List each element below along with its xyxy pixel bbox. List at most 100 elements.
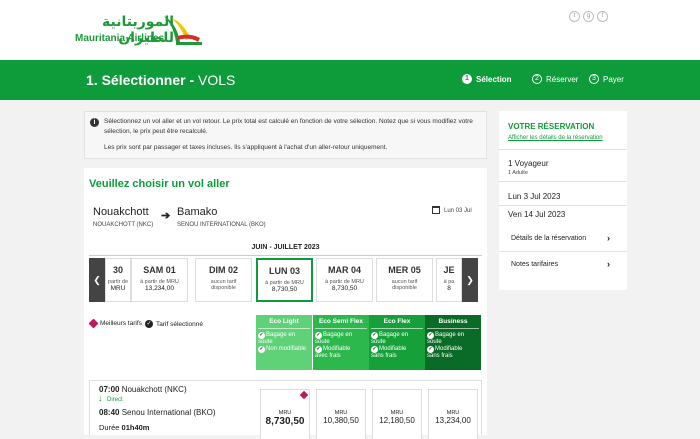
logo-text: Mauritania Airlines [75, 33, 165, 44]
fare-feature-text: Modifiable [323, 346, 351, 352]
fare-notes-item[interactable]: Notes tarifaires [511, 261, 558, 268]
fare-feature: ✓ Modifiable [425, 346, 481, 353]
divider [499, 149, 627, 150]
flight-row: 07:00 Nouakchott (NKC) ↓ Direct 08:40 Se… [89, 380, 482, 439]
date-option-price: MRU [110, 285, 126, 292]
fare-price-eco-flex[interactable]: MRU 12,180,50 [372, 389, 422, 439]
origin-city: Nouakchott [93, 206, 149, 218]
arrival-place: Senou International (BKO) [121, 408, 216, 417]
date-option-day: MAR 04 [327, 265, 361, 275]
fare-name: Eco Semi Flex [318, 318, 364, 325]
check-icon: ✓ [427, 332, 434, 339]
step-label: Réserver [546, 74, 579, 84]
step-label: Payer [603, 74, 624, 84]
flight-selection-panel: Veuillez choisir un vol aller Nouakchott… [84, 168, 487, 439]
fare-feature-text: avec frais [315, 353, 341, 359]
fare-feature-text: soute [427, 339, 442, 345]
price-amount: 10,380,50 [323, 416, 359, 425]
info-text-prices: Les prix sont par passager et taxes incl… [104, 144, 388, 151]
next-dates-button[interactable]: ❯ [462, 258, 478, 302]
check-icon: ✓ [315, 332, 322, 339]
check-icon: ✓ [258, 346, 265, 353]
price-amount: 8,730,50 [265, 416, 305, 427]
fare-feature-text: soute [258, 339, 273, 345]
fare-name: Eco Light [269, 318, 299, 325]
chevron-right-icon[interactable]: › [607, 233, 610, 243]
selected-date: Lun 03 Jul [444, 208, 472, 214]
arrival: 08:40 Senou International (BKO) [99, 408, 216, 417]
fare-feature: ✓ Modifiable [313, 346, 369, 353]
date-option-selected[interactable]: LUN 03 à partir de MRU 8,730,50 [256, 258, 313, 302]
fare-feature: ✓ Non modifiable [256, 346, 312, 353]
adults-count: 1 Adulte [508, 170, 528, 176]
arrow-right-icon: ➔ [161, 210, 171, 222]
fare-feature: ✓ Bagage en [425, 332, 481, 339]
step-reserve: 2 Réserver [532, 74, 578, 84]
fare-feature-text: sans frais [371, 353, 397, 359]
info-icon: i [90, 118, 99, 127]
google-plus-icon[interactable]: g [583, 11, 594, 22]
fare-name: Business [438, 318, 468, 325]
legend-best-fares: Meilleurs tarifs [88, 318, 142, 329]
departure-place: Nouakchott (NKC) [121, 385, 187, 394]
return-date: Ven 14 Jul 2023 [508, 210, 566, 219]
step-number: 3 [589, 74, 599, 84]
date-option-day: 30 [112, 265, 123, 275]
divider [258, 328, 310, 329]
divider [427, 328, 479, 329]
reservation-details-link[interactable]: Afficher les détails de la réservation [508, 135, 603, 141]
fare-feature-text: sans frais [427, 353, 453, 359]
twitter-icon[interactable]: t [569, 11, 580, 22]
check-icon: ✓ [371, 332, 378, 339]
date-option[interactable]: SAM 01 à partir de MRU 13,234,00 [131, 258, 188, 302]
facebook-icon[interactable]: f [597, 11, 608, 22]
check-icon: ✓ [371, 346, 378, 353]
arrival-time: 08:40 [99, 408, 120, 417]
date-option-price: 8,730,50 [271, 286, 298, 293]
date-option-price: disponible [211, 285, 236, 291]
duration: Durée 01h40m [99, 423, 149, 432]
fare-feature: ✓ Bagage en [369, 332, 425, 339]
info-box: i Sélectionnez un vol aller et un vol re… [84, 111, 487, 159]
date-option[interactable]: 30 partir de MRU [105, 258, 131, 302]
fare-family-eco-flex[interactable]: Eco Flex ✓ Bagage en soute ✓ Modifiable sa… [369, 315, 425, 370]
date-option[interactable]: MER 05 aucun tarif disponible [376, 258, 433, 302]
fare-feature-text: Modifiable [435, 346, 463, 352]
top-bar: الموريتانية للطيران Mauritania Airlines … [0, 0, 700, 60]
step-number: 1 [462, 74, 472, 84]
chevron-right-icon[interactable]: › [607, 259, 610, 269]
calendar-icon [432, 206, 440, 214]
prev-dates-button[interactable]: ❮ [89, 258, 105, 302]
fare-price-business[interactable]: MRU 13,234,00 [428, 389, 478, 439]
destination-airport: SENOU INTERNATIONAL (BKO) [177, 222, 266, 228]
fare-feature: ✓ Bagage en [256, 332, 312, 339]
page-header: 1. Sélectionner - VOLS 1 Sélection 2 Rés… [0, 60, 700, 100]
fare-price-eco-semi-flex[interactable]: MRU 10,380,50 [316, 389, 366, 439]
divider [89, 255, 482, 256]
date-option-day: SAM 01 [143, 265, 176, 275]
date-option[interactable]: DIM 02 aucun tarif disponible [195, 258, 252, 302]
fare-family-business[interactable]: Business ✓ Bagage en soute ✓ Modifiable sa… [425, 315, 481, 370]
month-label: JUIN - JUILLET 2023 [251, 244, 320, 251]
reservation-details-item[interactable]: Détails de la réservation [511, 235, 586, 242]
destination-city: Bamako [177, 206, 218, 218]
check-icon: ✓ [258, 332, 265, 339]
tag-icon [299, 390, 309, 400]
fare-feature-text: Bagage en [435, 332, 465, 338]
fare-family-eco-semi-flex[interactable]: Eco Semi Flex ✓ Bagage en soute ✓ Modifiab… [313, 315, 369, 370]
fare-feature: ✓ Modifiable [369, 346, 425, 353]
fare-feature-text: Non modifiable [266, 346, 307, 352]
outbound-date: Lun 3 Jul 2023 [508, 192, 561, 201]
title-rest: VOLS [198, 72, 236, 88]
arrow-down-icon: ↓ [98, 393, 103, 403]
date-option[interactable]: MAR 04 à partir de MRU 8,730,50 [316, 258, 373, 302]
legend-label: Tarif sélectionné [156, 320, 203, 328]
tag-icon [88, 318, 99, 329]
date-option-day: DIM 02 [208, 265, 238, 275]
reservation-title: VOTRE RÉSERVATION [508, 122, 595, 131]
date-option[interactable]: JE à pa 8 [436, 258, 462, 302]
fare-price-eco-light[interactable]: MRU 8,730,50 [260, 389, 310, 439]
fare-feature-text: soute [315, 339, 330, 345]
fare-family-eco-light[interactable]: Eco Light ✓ Bagage en soute ✓ Non modifiab… [256, 315, 312, 370]
page-title: 1. Sélectionner - VOLS [86, 72, 235, 88]
